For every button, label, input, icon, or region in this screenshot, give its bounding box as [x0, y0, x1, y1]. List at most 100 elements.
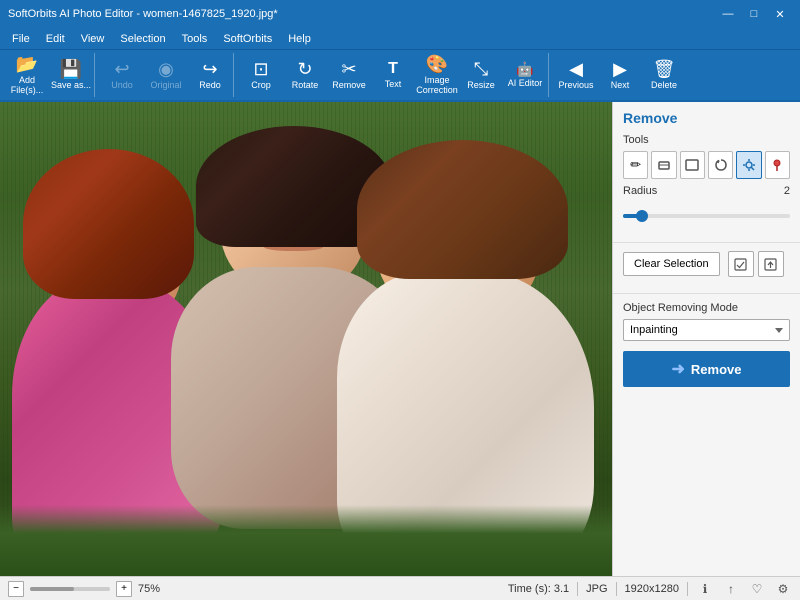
magic-wand-tool-btn[interactable] — [736, 151, 761, 179]
favorite-button[interactable]: ♡ — [748, 580, 766, 598]
remove-label: Remove — [332, 80, 366, 90]
previous-button[interactable]: ◀ Previous — [555, 54, 597, 96]
toolbar-group-nav: ◀ Previous ▶ Next 🗑 Delete — [553, 53, 687, 97]
ai-editor-button[interactable]: 🤖 AI Editor — [504, 54, 546, 96]
radius-slider-thumb[interactable] — [636, 210, 648, 222]
info-button[interactable]: ℹ — [696, 580, 714, 598]
window-title: SoftOrbits AI Photo Editor - women-14678… — [8, 8, 716, 20]
maximize-button[interactable]: □ — [742, 4, 766, 24]
remove-button[interactable]: ✂ Remove — [328, 54, 370, 96]
menu-help[interactable]: Help — [280, 31, 319, 47]
ai-editor-label: AI Editor — [508, 78, 543, 88]
text-icon: T — [388, 61, 398, 77]
toolbar-group-file: 📂 Add File(s)... 💾 Save as... — [4, 53, 95, 97]
menu-tools[interactable]: Tools — [174, 31, 216, 47]
person-right-hair — [357, 140, 568, 280]
tools-label: Tools — [623, 134, 790, 146]
image-correction-icon: 🎨 — [426, 55, 448, 73]
share-button[interactable]: ↑ — [722, 580, 740, 598]
redo-button[interactable]: ↪ Redo — [189, 54, 231, 96]
remove-arrow-icon: ➜ — [672, 359, 685, 379]
zoom-value: 75% — [138, 583, 160, 595]
format-label: JPG — [586, 583, 607, 595]
next-label: Next — [611, 80, 630, 90]
resize-icon: ⤡ — [474, 60, 488, 78]
person-right — [337, 140, 594, 576]
tools-row: ✏ — [623, 151, 790, 179]
menu-file[interactable]: File — [4, 31, 38, 47]
crop-icon: ⊡ — [253, 60, 268, 78]
save-as-button[interactable]: 💾 Save as... — [50, 54, 92, 96]
status-right: Time (s): 3.1 JPG 1920x1280 ℹ ↑ ♡ ⚙ — [508, 580, 792, 598]
original-label: Original — [150, 80, 181, 90]
image-correction-label: Image Correction — [416, 75, 458, 95]
pin-tool-btn[interactable] — [765, 151, 790, 179]
menu-selection[interactable]: Selection — [112, 31, 173, 47]
time-label: Time (s): 3.1 — [508, 583, 569, 595]
zoom-out-button[interactable]: − — [8, 581, 24, 597]
execute-remove-button[interactable]: ➜ Remove — [623, 351, 790, 387]
zoom-slider[interactable] — [30, 587, 110, 591]
toolbar-group-edit: ↩ Undo ◉ Original ↪ Redo — [99, 53, 234, 97]
save-as-label: Save as... — [51, 80, 91, 90]
crop-button[interactable]: ⊡ Crop — [240, 54, 282, 96]
status-divider-1 — [577, 582, 578, 596]
delete-button[interactable]: 🗑 Delete — [643, 54, 685, 96]
toolbar-group-tools: ⊡ Crop ↻ Rotate ✂ Remove T Text 🎨 Image … — [238, 53, 549, 97]
resize-label: Resize — [467, 80, 495, 90]
radius-value: 2 — [784, 185, 790, 197]
person-right-body — [337, 271, 594, 576]
pencil-tool-btn[interactable]: ✏ — [623, 151, 648, 179]
load-mask-button[interactable] — [758, 251, 784, 277]
rotate-button[interactable]: ↻ Rotate — [284, 54, 326, 96]
object-mode-dropdown[interactable]: Inpainting Content-Aware Fill Smart Fill — [623, 319, 790, 341]
right-panel: Remove Tools ✏ — [612, 102, 800, 576]
text-button[interactable]: T Text — [372, 54, 414, 96]
settings-button[interactable]: ⚙ — [774, 580, 792, 598]
next-button[interactable]: ▶ Next — [599, 54, 641, 96]
status-left: − + 75% — [8, 581, 500, 597]
status-divider-3 — [687, 582, 688, 596]
menu-softorbits[interactable]: SoftOrbits — [215, 31, 280, 47]
radius-slider-track — [623, 214, 790, 218]
zoom-in-button[interactable]: + — [116, 581, 132, 597]
original-button[interactable]: ◉ Original — [145, 54, 187, 96]
undo-label: Undo — [111, 80, 133, 90]
photo-canvas — [0, 102, 612, 576]
rect-tool-btn[interactable] — [680, 151, 705, 179]
eraser-tool-btn[interactable] — [651, 151, 676, 179]
add-files-button[interactable]: 📂 Add File(s)... — [6, 54, 48, 96]
radius-slider-container[interactable] — [623, 206, 790, 226]
minimize-button[interactable]: — — [716, 4, 740, 24]
panel-title: Remove — [623, 110, 790, 126]
menu-edit[interactable]: Edit — [38, 31, 73, 47]
menu-view[interactable]: View — [73, 31, 113, 47]
save-mask-button[interactable] — [728, 251, 754, 277]
object-mode-section: Object Removing Mode Inpainting Content-… — [613, 294, 800, 395]
clear-selection-button[interactable]: Clear Selection — [623, 252, 720, 276]
lasso-tool-btn[interactable] — [708, 151, 733, 179]
close-button[interactable]: ✕ — [768, 4, 792, 24]
canvas-area[interactable] — [0, 102, 612, 576]
rotate-icon: ↻ — [297, 60, 312, 78]
title-bar: SoftOrbits AI Photo Editor - women-14678… — [0, 0, 800, 28]
add-files-label: Add File(s)... — [6, 75, 48, 95]
delete-icon: 🗑 — [653, 60, 676, 78]
undo-button[interactable]: ↩ Undo — [101, 54, 143, 96]
save-as-icon: 💾 — [60, 60, 82, 78]
next-icon: ▶ — [613, 60, 627, 78]
menu-bar: File Edit View Selection Tools SoftOrbit… — [0, 28, 800, 50]
status-bar: − + 75% Time (s): 3.1 JPG 1920x1280 ℹ ↑ … — [0, 576, 800, 600]
original-icon: ◉ — [158, 60, 174, 78]
image-correction-button[interactable]: 🎨 Image Correction — [416, 54, 458, 96]
resize-button[interactable]: ⤡ Resize — [460, 54, 502, 96]
person-left-hair — [23, 149, 194, 298]
delete-label: Delete — [651, 80, 677, 90]
object-mode-label: Object Removing Mode — [623, 302, 790, 314]
panel-remove-section: Remove Tools ✏ — [613, 102, 800, 243]
redo-icon: ↪ — [202, 60, 217, 78]
execute-remove-label: Remove — [691, 362, 742, 377]
radius-label: Radius — [623, 185, 657, 197]
main-area: Remove Tools ✏ — [0, 102, 800, 576]
status-divider-2 — [616, 582, 617, 596]
